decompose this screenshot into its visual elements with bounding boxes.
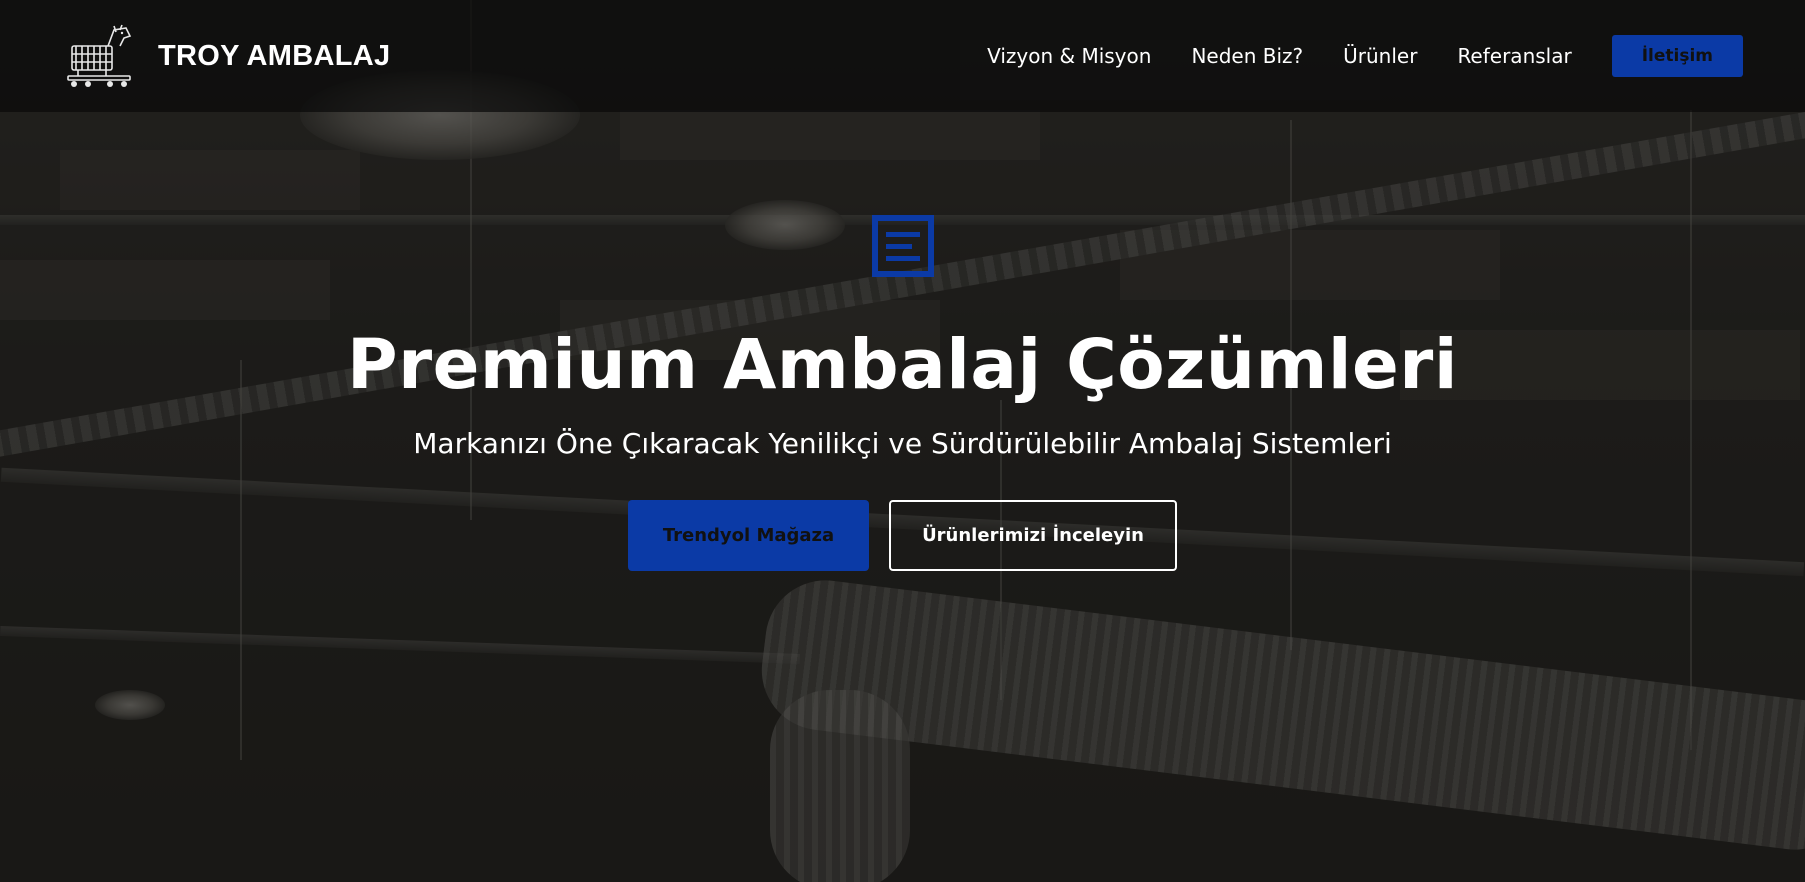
contact-button[interactable]: İletişim: [1611, 35, 1743, 77]
view-products-button[interactable]: Ürünlerimizi İnceleyin: [889, 500, 1177, 571]
hero-section: TROY AMBALAJ Vizyon & Misyon Neden Biz? …: [0, 0, 1805, 882]
document-box-icon: [871, 215, 934, 277]
nav-link-vizyon-misyon[interactable]: Vizyon & Misyon: [987, 44, 1151, 68]
nav-links: Vizyon & Misyon Neden Biz? Ürünler Refer…: [987, 35, 1743, 77]
hero-subtitle: Markanızı Öne Çıkaracak Yenilikçi ve Sür…: [413, 427, 1392, 460]
trojan-horse-icon: [67, 24, 132, 87]
trendyol-store-button[interactable]: Trendyol Mağaza: [628, 500, 869, 571]
brand-name: TROY AMBALAJ: [158, 39, 391, 72]
nav-link-referanslar[interactable]: Referanslar: [1457, 44, 1571, 68]
hero-content: Premium Ambalaj Çözümleri Markanızı Öne …: [0, 215, 1805, 571]
hero-title: Premium Ambalaj Çözümleri: [347, 325, 1458, 405]
top-navbar: TROY AMBALAJ Vizyon & Misyon Neden Biz? …: [0, 0, 1805, 112]
nav-link-urunler[interactable]: Ürünler: [1343, 44, 1417, 68]
hero-buttons: Trendyol Mağaza Ürünlerimizi İnceleyin: [628, 500, 1177, 571]
nav-link-neden-biz[interactable]: Neden Biz?: [1191, 44, 1303, 68]
brand[interactable]: TROY AMBALAJ: [64, 24, 390, 88]
